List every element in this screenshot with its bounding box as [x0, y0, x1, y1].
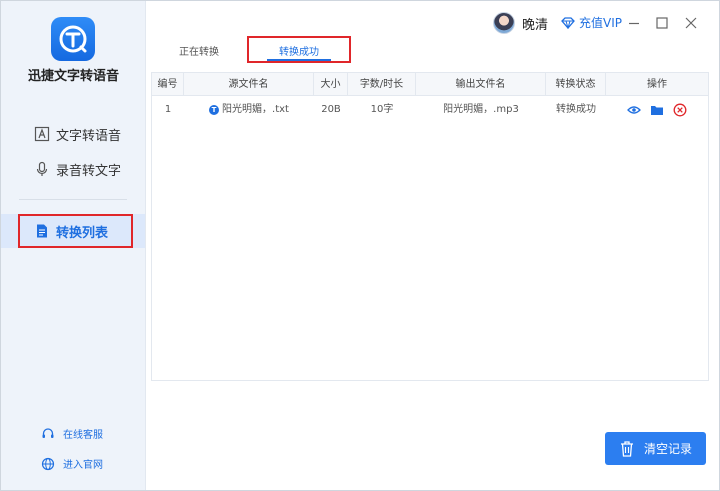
column-header: 字数/时长	[348, 73, 416, 96]
sidebar: 迅捷文字转语音 文字转语音 录音转文字 转换列表 在线客服 进入官网	[1, 1, 146, 490]
app-window: 迅捷文字转语音 文字转语音 录音转文字 转换列表 在线客服 进入官网 晚清 充值…	[0, 0, 720, 491]
highlight-box	[247, 36, 351, 63]
clear-records-button[interactable]: 清空记录	[605, 432, 706, 465]
delete-button[interactable]	[672, 102, 688, 118]
sidebar-item-label: 文字转语音	[56, 129, 122, 144]
close-button[interactable]	[684, 15, 698, 29]
column-header: 操作	[647, 79, 667, 90]
folder-icon	[651, 106, 663, 115]
sidebar-item-text-to-speech[interactable]: 文字转语音	[1, 117, 145, 151]
source-file-cell: T 阳光明媚，.txt	[184, 97, 314, 123]
microphone-icon	[34, 161, 50, 177]
output-file-name: 阳光明媚，.mp3	[443, 104, 519, 115]
diamond-icon	[561, 16, 575, 29]
vip-label: 充值VIP	[579, 16, 622, 30]
trash-icon	[621, 440, 633, 457]
delete-circle-icon	[673, 103, 687, 117]
headset-icon	[41, 427, 55, 441]
file-size: 20B	[321, 104, 341, 115]
column-header: 输出文件名	[416, 73, 546, 96]
text-file-icon: T	[209, 105, 220, 115]
maximize-button[interactable]	[655, 15, 669, 29]
online-service-label: 在线客服	[63, 430, 103, 441]
official-site-link[interactable]: 进入官网	[41, 456, 103, 471]
sidebar-item-speech-to-text[interactable]: 录音转文字	[1, 152, 145, 186]
column-header: 大小	[314, 73, 348, 96]
sidebar-item-label: 录音转文字	[56, 164, 122, 179]
close-icon	[685, 17, 697, 29]
globe-icon	[41, 457, 55, 471]
row-index: 1	[164, 104, 172, 115]
minimize-button[interactable]	[627, 15, 641, 29]
minimize-icon	[629, 22, 639, 25]
user-profile[interactable]: 晚清	[493, 12, 548, 34]
column-header: 源文件名	[184, 73, 314, 96]
table-header: 编号 源文件名 大小 字数/时长 输出文件名 转换状态 操作	[152, 73, 708, 96]
online-service-link[interactable]: 在线客服	[41, 426, 103, 441]
column-header: 编号	[152, 73, 184, 96]
app-title: 迅捷文字转语音	[27, 69, 119, 84]
tab-converting[interactable]: 正在转换	[164, 37, 234, 63]
conversion-table: 编号 源文件名 大小 字数/时长 输出文件名 转换状态 操作 1 T 阳光明媚，…	[151, 72, 709, 381]
app-logo-icon	[51, 17, 95, 61]
clear-records-label: 清空记录	[644, 442, 693, 456]
row-actions	[626, 102, 695, 118]
highlight-box	[18, 214, 133, 248]
word-count: 10字	[370, 104, 394, 115]
text-a-icon	[34, 126, 50, 142]
eye-icon	[627, 106, 641, 114]
column-header: 转换状态	[546, 73, 606, 96]
official-site-label: 进入官网	[63, 460, 103, 471]
maximize-icon	[656, 17, 668, 29]
recharge-vip-button[interactable]: 充值VIP	[561, 14, 622, 31]
sidebar-divider	[19, 199, 127, 200]
open-folder-button[interactable]	[649, 102, 665, 118]
source-file-name: 阳光明媚，.txt	[222, 104, 289, 115]
conversion-status: 转换成功	[556, 104, 596, 115]
avatar	[493, 12, 515, 34]
preview-button[interactable]	[626, 102, 642, 118]
username: 晚清	[522, 17, 549, 33]
table-row[interactable]: 1 T 阳光明媚，.txt 20B 10字 阳光明媚，.mp3 转换成功	[152, 97, 708, 123]
